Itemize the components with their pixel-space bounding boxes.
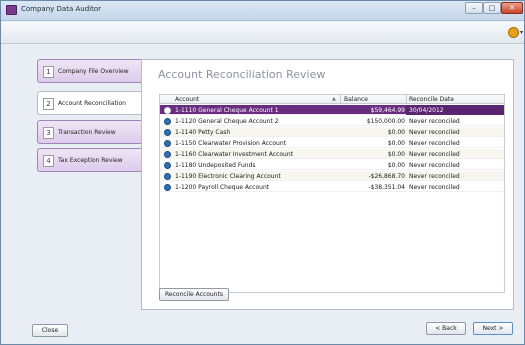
reconcile-date-cell: Never reconciled: [409, 184, 460, 191]
app-window: Company Data Auditor – □ ✕ ▾ 1 Company F…: [0, 0, 525, 345]
account-cell: 1-1180 Undeposited Funds: [175, 162, 256, 169]
account-cell: 1-1190 Electronic Clearing Account: [175, 173, 281, 180]
step-number: 2: [43, 98, 54, 110]
account-cell: 1-1150 Clearwater Provision Account: [175, 140, 286, 147]
column-header-account[interactable]: Account: [175, 96, 199, 103]
balance-cell: -$26,868.70: [368, 173, 405, 180]
toolbar: ▾: [1, 22, 524, 44]
close-button[interactable]: Close: [32, 324, 68, 337]
nav-item-label: Company File Overview: [58, 68, 129, 75]
nav-item-label: Account Reconciliation: [58, 100, 126, 107]
account-cell: 1-1140 Petty Cash: [175, 129, 231, 136]
window-title: Company Data Auditor: [21, 5, 101, 13]
column-header-reconcile-date[interactable]: Reconcile Date: [409, 96, 454, 103]
reconcile-date-cell: Never reconciled: [409, 129, 460, 136]
nav-item-label: Tax Exception Review: [58, 157, 123, 164]
table-header: Account ▲ Balance Reconcile Date: [160, 95, 504, 104]
table-row[interactable]: 1-1140 Petty Cash $0.00 Never reconciled: [160, 127, 504, 137]
reconcile-date-cell: Never reconciled: [409, 162, 460, 169]
account-cell: 1-1120 General Cheque Account 2: [175, 118, 279, 125]
step-number: 4: [43, 155, 54, 167]
reconcile-date-cell: Never reconciled: [409, 118, 460, 125]
next-button[interactable]: Next >: [473, 322, 513, 335]
nav-item-company-file-overview[interactable]: 1 Company File Overview: [37, 59, 141, 83]
nav-item-tax-exception-review[interactable]: 4 Tax Exception Review: [37, 148, 141, 172]
reconcile-date-cell: Never reconciled: [409, 140, 460, 147]
account-drilldown-icon[interactable]: [164, 107, 171, 114]
account-drilldown-icon[interactable]: [164, 118, 171, 125]
back-button[interactable]: < Back: [426, 322, 466, 335]
page-title: Account Reconciliation Review: [158, 68, 326, 81]
table-row[interactable]: 1-1200 Payroll Cheque Account -$38,351.0…: [160, 182, 504, 192]
sort-ascending-icon: ▲: [332, 96, 336, 102]
table-row[interactable]: 1-1180 Undeposited Funds $0.00 Never rec…: [160, 160, 504, 170]
step-number: 3: [43, 127, 54, 139]
balance-cell: $0.00: [387, 151, 405, 158]
maximize-button[interactable]: □: [483, 2, 501, 14]
account-cell: 1-1200 Payroll Cheque Account: [175, 184, 270, 191]
column-divider[interactable]: [340, 95, 341, 104]
account-cell: 1-1110 General Cheque Account 1: [175, 107, 279, 114]
content-panel: Account Reconciliation Review Account ▲ …: [141, 59, 514, 310]
balance-cell: $0.00: [387, 140, 405, 147]
balance-cell: $150,000.00: [366, 118, 405, 125]
step-number: 1: [43, 66, 54, 78]
account-drilldown-icon[interactable]: [164, 173, 171, 180]
reconcile-date-cell: 30/04/2012: [409, 107, 444, 114]
reconcile-accounts-button[interactable]: Reconcile Accounts: [159, 288, 229, 301]
account-drilldown-icon[interactable]: [164, 129, 171, 136]
balance-cell: $0.00: [387, 162, 405, 169]
nav-item-transaction-review[interactable]: 3 Transaction Review: [37, 120, 141, 144]
account-cell: 1-1160 Clearwater Investment Account: [175, 151, 293, 158]
column-header-balance[interactable]: Balance: [344, 96, 368, 103]
help-icon[interactable]: [508, 27, 519, 38]
close-window-button[interactable]: ✕: [501, 2, 523, 14]
column-divider[interactable]: [406, 95, 407, 104]
help-menu-caret[interactable]: ▾: [520, 29, 523, 36]
balance-cell: $0.00: [387, 129, 405, 136]
title-bar: Company Data Auditor – □ ✕: [1, 1, 524, 21]
nav-item-label: Transaction Review: [58, 129, 116, 136]
table-row[interactable]: 1-1120 General Cheque Account 2 $150,000…: [160, 116, 504, 126]
account-drilldown-icon[interactable]: [164, 184, 171, 191]
account-drilldown-icon[interactable]: [164, 162, 171, 169]
table-row[interactable]: 1-1160 Clearwater Investment Account $0.…: [160, 149, 504, 159]
app-logo-icon: [6, 5, 17, 15]
accounts-table: Account ▲ Balance Reconcile Date 1-1110 …: [159, 94, 505, 293]
reconcile-date-cell: Never reconciled: [409, 151, 460, 158]
minimize-button[interactable]: –: [465, 2, 483, 14]
table-row[interactable]: 1-1190 Electronic Clearing Account -$26,…: [160, 171, 504, 181]
reconcile-date-cell: Never reconciled: [409, 173, 460, 180]
balance-cell: $59,464.99: [370, 107, 405, 114]
nav-item-account-reconciliation[interactable]: 2 Account Reconciliation: [37, 91, 143, 115]
table-row[interactable]: 1-1110 General Cheque Account 1 $59,464.…: [160, 105, 504, 115]
account-drilldown-icon[interactable]: [164, 140, 171, 147]
account-drilldown-icon[interactable]: [164, 151, 171, 158]
table-row[interactable]: 1-1150 Clearwater Provision Account $0.0…: [160, 138, 504, 148]
balance-cell: -$38,351.04: [368, 184, 405, 191]
